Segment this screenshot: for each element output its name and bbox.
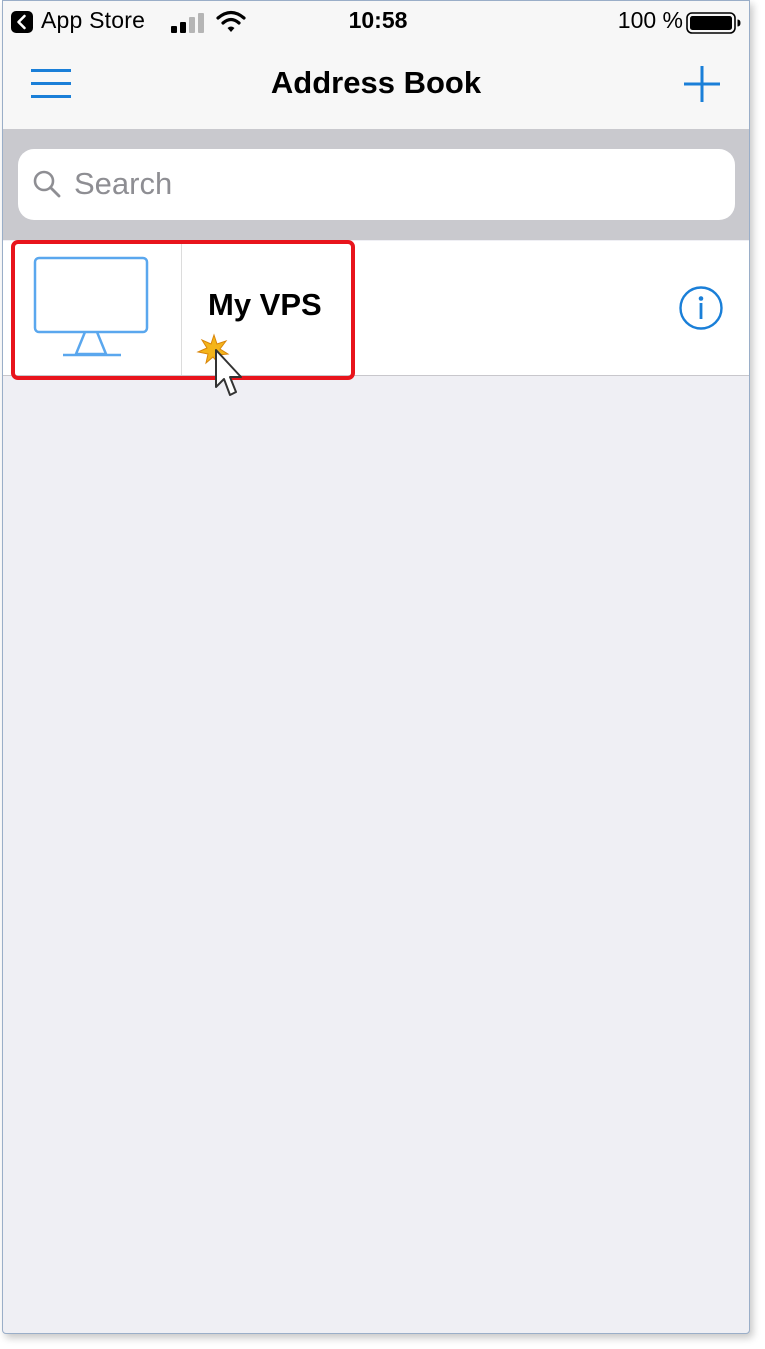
connection-thumbnail: [3, 241, 182, 375]
wifi-icon: [216, 10, 246, 32]
status-bar: App Store 10:58 100 %: [3, 1, 749, 43]
back-to-app-icon[interactable]: [11, 11, 33, 33]
info-icon[interactable]: [679, 286, 723, 330]
search-input[interactable]: [74, 159, 714, 209]
navigation-bar: Address Book: [3, 43, 749, 129]
search-field[interactable]: [18, 149, 735, 220]
cellular-signal-icon: [171, 13, 204, 33]
monitor-icon: [33, 256, 149, 357]
back-to-app-label[interactable]: App Store: [41, 7, 145, 34]
battery-percentage: 100 %: [617, 7, 683, 33]
battery-icon: [686, 12, 741, 34]
hamburger-menu-icon[interactable]: [31, 67, 71, 101]
list-item[interactable]: My VPS: [3, 241, 749, 376]
page-title: Address Book: [270, 65, 482, 100]
search-bar: [3, 129, 749, 240]
connection-name: My VPS: [208, 287, 322, 322]
plus-icon[interactable]: [683, 65, 721, 103]
clock: 10:58: [348, 7, 408, 33]
phone-screen: App Store 10:58 100 % Address Book Searc…: [2, 0, 750, 1334]
search-icon: [33, 170, 61, 198]
